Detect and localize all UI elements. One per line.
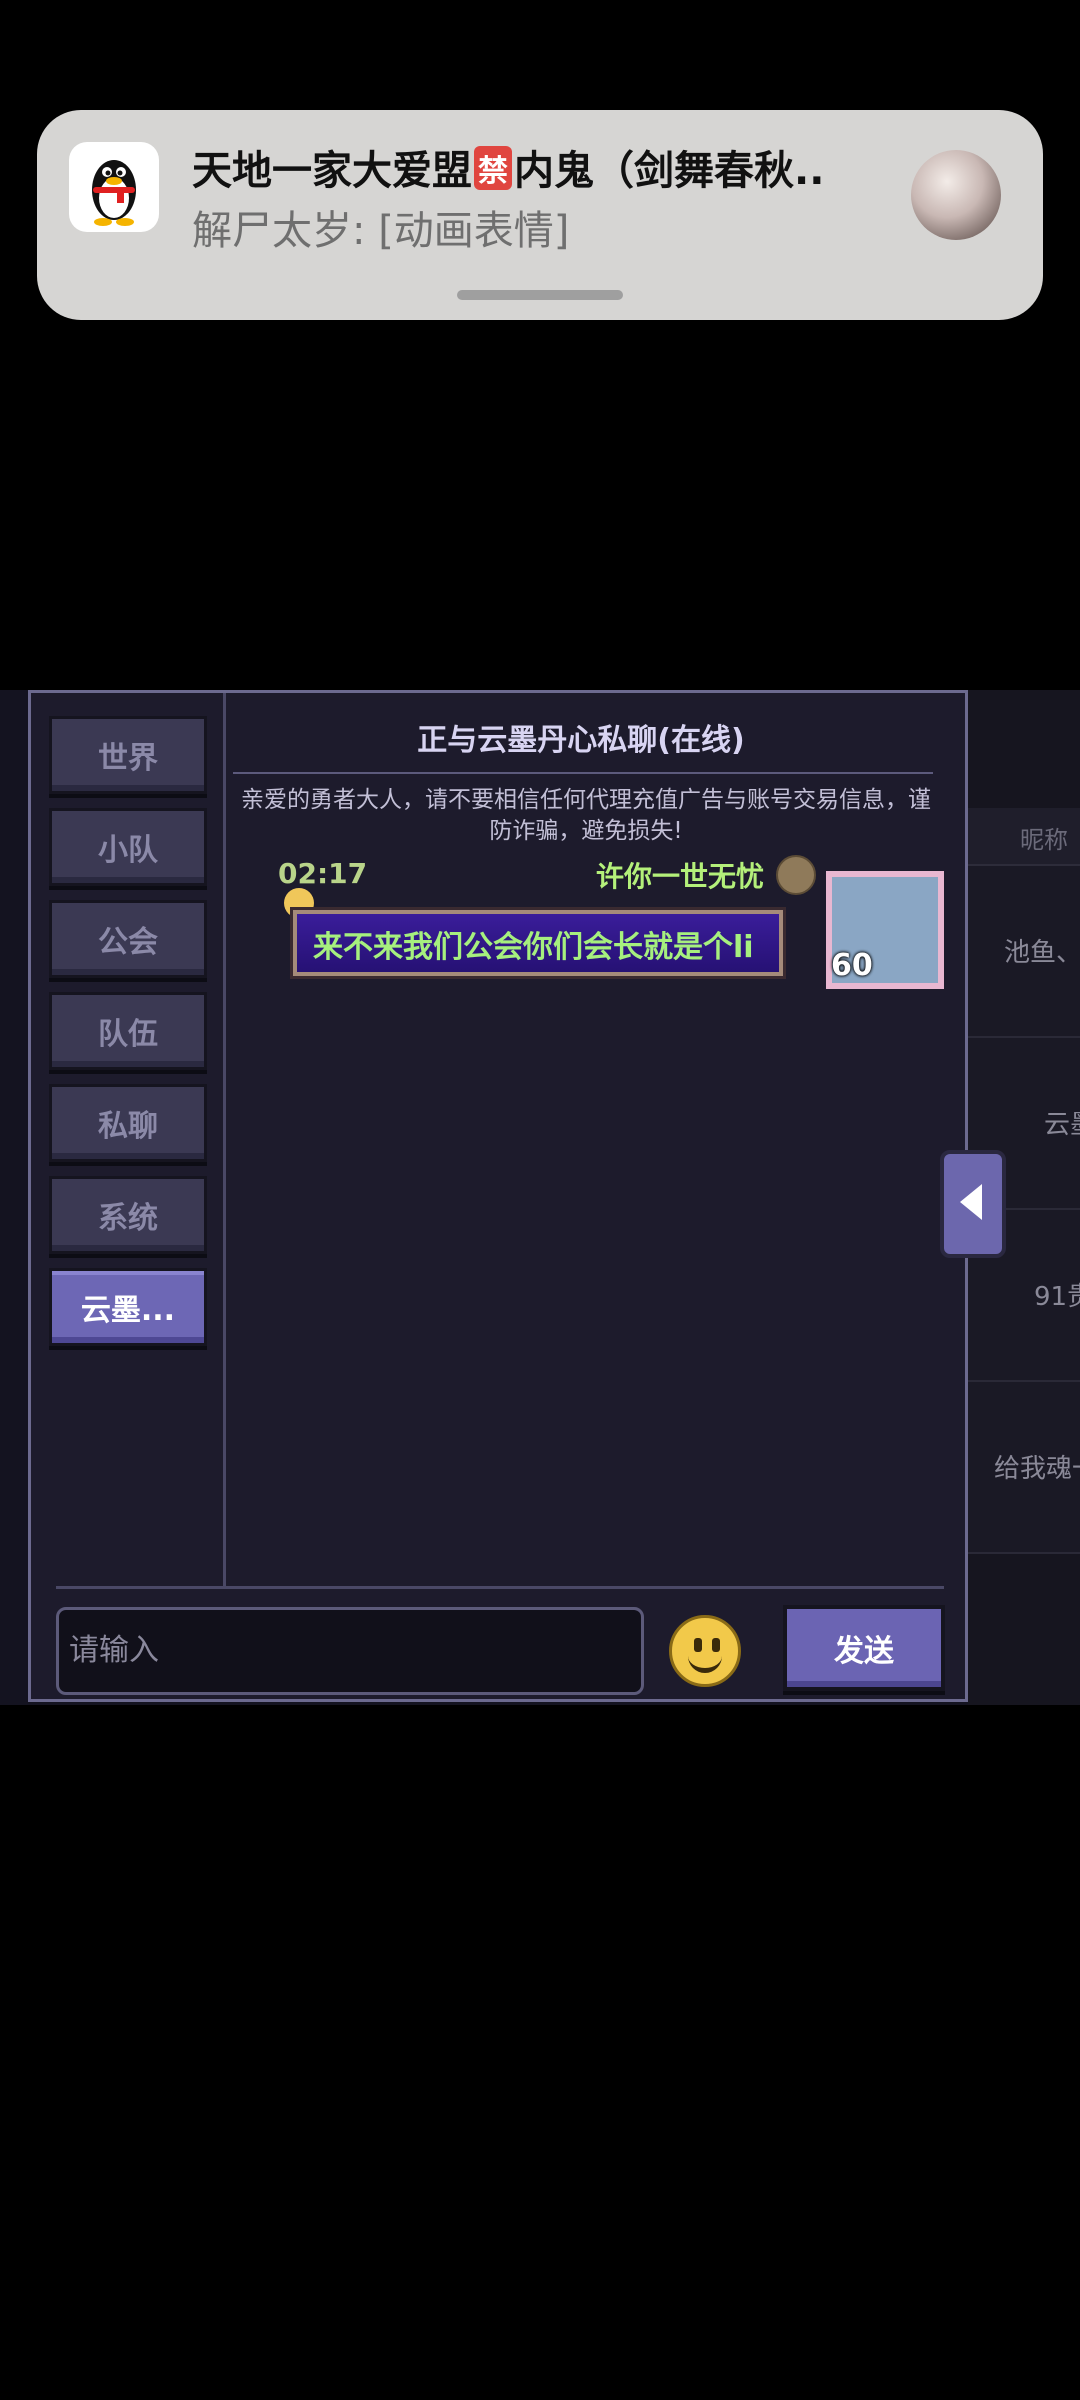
chat-panel: 世界 小队 公会 队伍 私聊 系统 云墨... 正与云墨丹心私聊(在线) 亲爱的…: [28, 690, 968, 1702]
notification-title: 天地一家大爱盟禁内鬼（剑舞春秋..: [192, 146, 825, 194]
tab-private-chat-yunmo[interactable]: 云墨...: [49, 1268, 207, 1346]
list-item: 给我魂一: [968, 1382, 1080, 1554]
tab-squad[interactable]: 小队: [49, 808, 207, 886]
notification-banner[interactable]: 天地一家大爱盟禁内鬼（剑舞春秋.. 解尸太岁: [动画表情]: [37, 110, 1043, 320]
rank-badge-icon: [776, 855, 816, 895]
message-sender[interactable]: 许你一世无忧: [596, 855, 764, 895]
list-item: 池鱼、: [968, 866, 1080, 1038]
anti-fraud-warning: 亲爱的勇者大人，请不要相信任何代理充值广告与账号交易信息，谨防诈骗，避免损失!: [241, 787, 931, 844]
channel-sidebar: 世界 小队 公会 队伍 私聊 系统 云墨...: [31, 693, 226, 1586]
chat-title: 正与云墨丹心私聊(在线): [417, 723, 745, 758]
tab-world[interactable]: 世界: [49, 716, 207, 794]
smiley-icon[interactable]: [669, 1615, 741, 1687]
tab-team[interactable]: 队伍: [49, 992, 207, 1070]
sender-avatar: [911, 150, 1001, 240]
tab-guild[interactable]: 公会: [49, 900, 207, 978]
divider: [56, 1586, 944, 1589]
tab-system[interactable]: 系统: [49, 1176, 207, 1254]
tab-private[interactable]: 私聊: [49, 1084, 207, 1162]
divider: [233, 772, 933, 774]
ban-badge: 禁: [474, 146, 512, 190]
send-button[interactable]: 发送: [783, 1605, 945, 1691]
message-text: 来不来我们公会你们会长就是个li: [313, 930, 754, 965]
message-time: 02:17: [278, 857, 368, 890]
arrow-left-icon: [960, 1184, 982, 1220]
qq-penguin-icon: [69, 142, 159, 232]
list-header: 昵称: [968, 808, 1080, 866]
notification-handle[interactable]: [457, 290, 623, 300]
level-badge: 60: [831, 948, 873, 983]
collapse-toggle-button[interactable]: [940, 1150, 1006, 1258]
chat-input-field[interactable]: [67, 1632, 631, 1669]
message-bubble[interactable]: 来不来我们公会你们会长就是个li: [293, 910, 783, 976]
notification-body: 解尸太岁: [动画表情]: [192, 208, 570, 254]
chat-input[interactable]: [56, 1607, 644, 1695]
